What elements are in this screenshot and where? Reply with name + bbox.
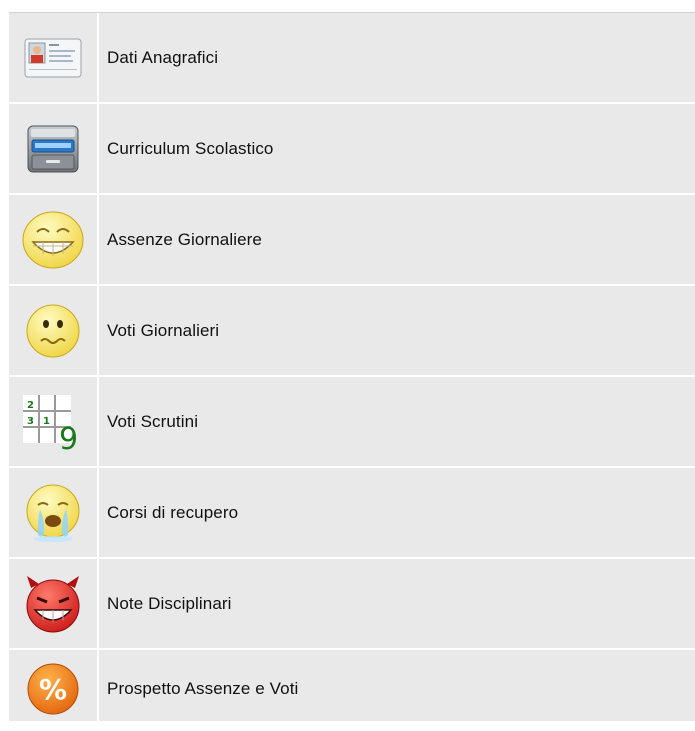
menu-item-curriculum-scolastico[interactable]: Curriculum Scolastico bbox=[9, 104, 695, 195]
grin-smiley-icon bbox=[21, 210, 85, 270]
icon-cell: % bbox=[9, 650, 99, 728]
percent-icon: % bbox=[26, 662, 80, 716]
menu-item-label: Dati Anagrafici bbox=[107, 47, 219, 67]
icon-cell bbox=[9, 559, 99, 648]
menu-item-note-disciplinari[interactable]: Note Disciplinari bbox=[9, 559, 695, 650]
menu-item-label: Voti Giornalieri bbox=[107, 320, 220, 340]
icon-cell: 2 3 1 9 bbox=[9, 377, 99, 466]
menu-item-voti-scrutini[interactable]: 2 3 1 9 Voti Scrutini bbox=[9, 377, 695, 468]
file-cabinet-icon bbox=[26, 124, 80, 174]
menu-item-assenze-giornaliere[interactable]: Assenze Giornaliere bbox=[9, 195, 695, 286]
menu-item-label: Corsi di recupero bbox=[107, 502, 239, 522]
devil-smiley-icon bbox=[23, 574, 83, 634]
svg-text:2: 2 bbox=[27, 400, 34, 411]
sudoku-grid-icon: 2 3 1 9 bbox=[21, 393, 85, 451]
svg-text:1: 1 bbox=[43, 416, 50, 427]
menu-item-label: Curriculum Scolastico bbox=[107, 138, 274, 158]
worried-smiley-icon bbox=[25, 303, 81, 359]
id-card-icon bbox=[24, 38, 82, 78]
svg-text:%: % bbox=[39, 673, 67, 706]
menu-item-label: Voti Scrutini bbox=[107, 411, 199, 431]
menu-item-prospetto-assenze-e-voti[interactable]: % Prospetto Assenze e Voti bbox=[9, 650, 695, 728]
menu-item-dati-anagrafici[interactable]: Dati Anagrafici bbox=[9, 13, 695, 104]
icon-cell bbox=[9, 104, 99, 193]
student-menu: Dati Anagrafici Curriculum Scolastico As… bbox=[9, 12, 695, 728]
icon-cell bbox=[9, 13, 99, 102]
menu-item-label: Note Disciplinari bbox=[107, 593, 232, 613]
icon-cell bbox=[9, 468, 99, 557]
crying-smiley-icon bbox=[24, 483, 82, 543]
menu-item-voti-giornalieri[interactable]: Voti Giornalieri bbox=[9, 286, 695, 377]
menu-item-label: Prospetto Assenze e Voti bbox=[107, 679, 299, 698]
menu-item-corsi-di-recupero[interactable]: Corsi di recupero bbox=[9, 468, 695, 559]
svg-text:9: 9 bbox=[59, 422, 78, 451]
svg-text:3: 3 bbox=[27, 416, 34, 427]
icon-cell bbox=[9, 286, 99, 375]
icon-cell bbox=[9, 195, 99, 284]
menu-item-label: Assenze Giornaliere bbox=[107, 229, 262, 249]
